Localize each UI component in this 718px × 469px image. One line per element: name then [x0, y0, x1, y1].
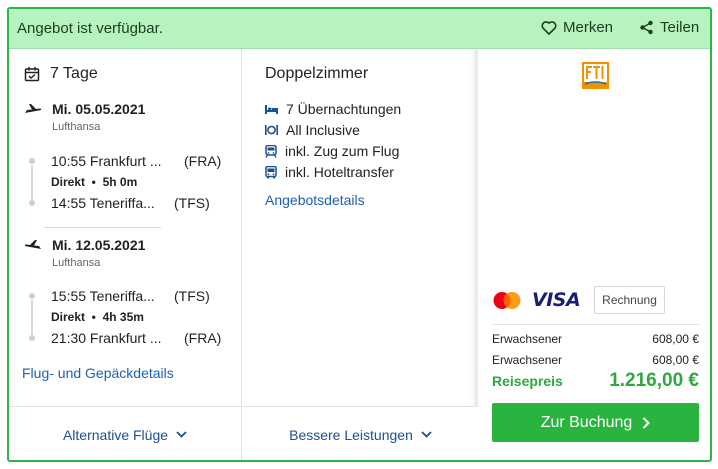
flight-details-link[interactable]: Flug- und Gepäckdetails — [22, 365, 174, 381]
price-line-adult-2: Erwachsener 608,00 € — [492, 353, 699, 367]
price-line-adult-1: Erwachsener 608,00 € — [492, 332, 699, 346]
outbound-arrival-code: (TFS) — [174, 195, 210, 211]
bed-icon — [265, 104, 278, 114]
feature-board: All Inclusive — [265, 122, 360, 138]
share-button[interactable]: Teilen — [639, 19, 699, 36]
invoice-badge: Rechnung — [594, 286, 665, 314]
price-line-label: Erwachsener — [492, 332, 563, 346]
calendar-icon — [24, 67, 40, 82]
total-price-value: 1.216,00 € — [609, 370, 699, 391]
offer-header: Angebot ist verfügbar. Merken Teilen — [9, 9, 710, 49]
chevron-down-icon — [176, 431, 187, 438]
book-button[interactable]: Zur Buchung — [492, 403, 699, 442]
plane-departure-icon — [25, 104, 42, 113]
outbound-date: Mi. 05.05.2021 — [52, 101, 146, 117]
return-arrival-code: (FRA) — [184, 330, 222, 346]
total-price: Reisepreis 1.216,00 € — [492, 370, 699, 392]
offer-details-link[interactable]: Angebotsdetails — [265, 192, 365, 208]
return-flight-duration: 4h 35m — [102, 310, 144, 324]
heart-icon — [541, 21, 557, 35]
outbound-timeline: 10:55 Frankfurt ... (FRA) Direkt • 5h 0m… — [24, 151, 234, 215]
alternative-flights-label: Alternative Flüge — [62, 426, 169, 443]
outbound-direct: Direkt — [51, 175, 86, 189]
flight-column: 7 Tage Mi. 05.05.2021 Lufthansa 10:55 Fr… — [9, 49, 242, 406]
save-button[interactable]: Merken — [541, 19, 613, 36]
return-departure: 15:55 Teneriffa... — [51, 288, 155, 304]
feature-transfer-label: inkl. Hoteltransfer — [285, 164, 394, 180]
tour-operator-logo — [582, 62, 609, 89]
better-services-button[interactable]: Bessere Leistungen — [243, 406, 478, 460]
total-price-label: Reisepreis — [492, 373, 563, 389]
chevron-right-icon — [643, 416, 651, 429]
feature-nights: 7 Übernachtungen — [265, 101, 401, 117]
flight-divider — [44, 227, 161, 228]
return-airline: Lufthansa — [52, 257, 101, 269]
trip-duration-label: 7 Tage — [50, 65, 98, 82]
share-icon — [640, 20, 653, 35]
return-timeline: 15:55 Teneriffa... (TFS) Direkt • 4h 35m… — [24, 286, 234, 350]
availability-text: Angebot ist verfügbar. — [17, 20, 163, 37]
better-services-label: Bessere Leistungen — [289, 426, 413, 443]
price-divider — [492, 324, 699, 325]
outbound-flight: Mi. 05.05.2021 Lufthansa — [24, 101, 145, 133]
return-direct: Direkt — [51, 310, 86, 324]
dining-icon — [265, 125, 278, 135]
price-line-value: 608,00 € — [652, 332, 699, 346]
outbound-flight-duration: 5h 0m — [102, 175, 138, 189]
price-column: VISA Rechnung Erwachsener 608,00 € Erwac… — [479, 49, 710, 460]
save-label: Merken — [563, 19, 614, 36]
book-button-label: Zur Buchung — [540, 413, 633, 431]
payment-methods: VISA Rechnung — [492, 286, 665, 314]
visa-icon: VISA — [532, 289, 581, 311]
feature-nights-label: 7 Übernachtungen — [286, 101, 402, 117]
plane-arrival-icon — [24, 240, 41, 249]
outbound-departure: 10:55 Frankfurt ... — [51, 153, 162, 169]
feature-transfer: inkl. Hoteltransfer — [265, 164, 394, 180]
return-flight: Mi. 12.05.2021 Lufthansa — [24, 237, 145, 269]
return-departure-code: (TFS) — [174, 288, 210, 304]
chevron-down-icon — [421, 431, 432, 438]
mastercard-icon — [493, 291, 521, 309]
share-label: Teilen — [660, 19, 700, 36]
feature-train: inkl. Zug zum Flug — [265, 143, 399, 159]
return-date: Mi. 12.05.2021 — [52, 237, 146, 253]
outbound-arrival: 14:55 Teneriffa... — [51, 195, 155, 211]
offer-card: Angebot ist verfügbar. Merken Teilen 7 T… — [7, 7, 712, 462]
room-title: Doppelzimmer — [265, 65, 369, 82]
price-line-value: 608,00 € — [652, 353, 699, 367]
feature-train-label: inkl. Zug zum Flug — [285, 143, 400, 159]
return-arrival: 21:30 Frankfurt ... — [51, 330, 162, 346]
trip-duration: 7 Tage — [24, 65, 98, 83]
outbound-airline: Lufthansa — [52, 121, 101, 133]
outbound-departure-code: (FRA) — [184, 153, 222, 169]
room-column: Doppelzimmer 7 Übernachtungen All Inclus… — [243, 49, 478, 406]
feature-board-label: All Inclusive — [286, 122, 360, 138]
train-icon — [265, 144, 277, 158]
price-line-label: Erwachsener — [492, 353, 563, 367]
bus-icon — [265, 165, 277, 178]
alternative-flights-button[interactable]: Alternative Flüge — [9, 406, 242, 460]
